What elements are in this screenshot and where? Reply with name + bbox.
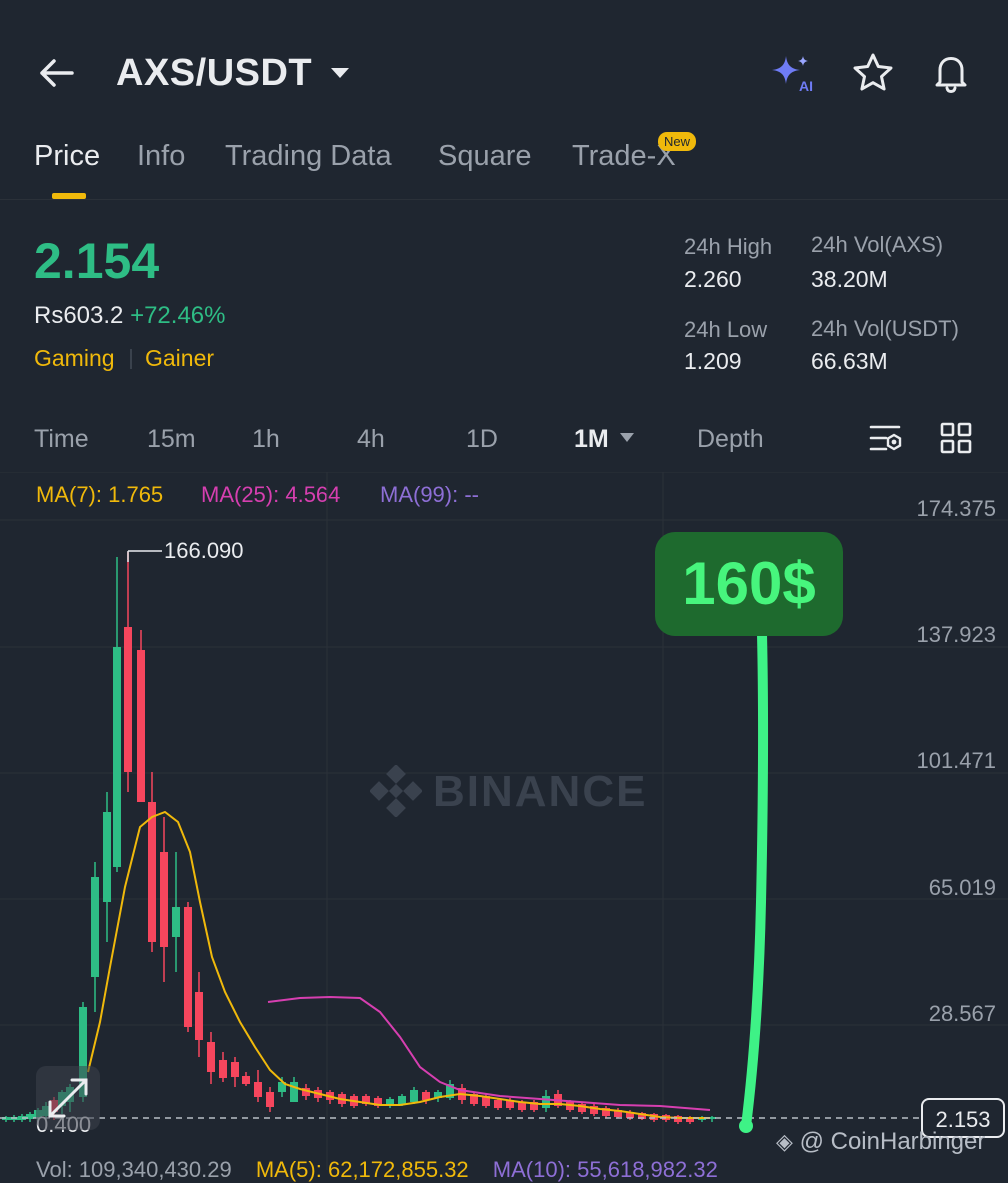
ma25-line bbox=[267, 995, 711, 1111]
bell-icon[interactable] bbox=[928, 50, 974, 96]
candle-series bbox=[2, 552, 716, 1124]
candle-body bbox=[242, 1076, 250, 1084]
candle-body bbox=[91, 877, 99, 977]
candle-body bbox=[195, 992, 203, 1040]
credit-watermark: ◈ @ CoinHarbinger bbox=[776, 1128, 985, 1156]
watermark: BINANCE bbox=[433, 767, 648, 816]
stat-24h-low-label: 24h Low bbox=[684, 317, 768, 342]
fullscreen-button[interactable] bbox=[36, 1066, 100, 1130]
chart-settings-icon[interactable] bbox=[868, 422, 904, 456]
stat-24h-vol-usdt-label: 24h Vol(USDT) bbox=[811, 316, 959, 341]
y-tick-label: 174.375 bbox=[916, 496, 996, 521]
tag-separator bbox=[130, 349, 132, 369]
tab-square[interactable]: Square bbox=[438, 140, 532, 173]
fiat-price-line: Rs603.2 +72.46% bbox=[34, 302, 225, 330]
candle-body bbox=[207, 1042, 215, 1072]
svg-text:AI: AI bbox=[799, 78, 813, 94]
interval-1h[interactable]: 1h bbox=[252, 425, 280, 454]
candle-body bbox=[148, 802, 156, 942]
interval-4h[interactable]: 4h bbox=[357, 425, 385, 454]
candle-body bbox=[137, 650, 145, 802]
candle-body bbox=[266, 1092, 274, 1107]
interval-depth[interactable]: Depth bbox=[697, 425, 764, 454]
stat-24h-low: 1.209 bbox=[684, 348, 742, 374]
stat-24h-vol-axs-label: 24h Vol(AXS) bbox=[811, 232, 944, 257]
interval-dropdown-icon[interactable] bbox=[619, 432, 635, 443]
header-divider bbox=[0, 199, 1008, 200]
tab-info[interactable]: Info bbox=[137, 140, 185, 173]
last-price: 2.154 bbox=[34, 233, 160, 289]
ma7-line bbox=[87, 810, 710, 1119]
candle-body bbox=[184, 907, 192, 1027]
interval-time[interactable]: Time bbox=[34, 425, 89, 454]
y-tick-label: 28.567 bbox=[928, 1001, 996, 1026]
tag-gainer[interactable]: Gainer bbox=[145, 345, 214, 372]
annotation-stroke bbox=[741, 629, 769, 1131]
candle-body bbox=[398, 1096, 406, 1104]
new-badge: New bbox=[658, 132, 697, 151]
volume-legend: Vol: 109,340,430.29 MA(5): 62,172,855.32… bbox=[36, 1157, 718, 1183]
candle-body bbox=[290, 1082, 298, 1102]
candle-body bbox=[231, 1062, 239, 1077]
candle-body bbox=[542, 1096, 550, 1108]
stat-24h-vol-axs: 38.20M bbox=[811, 266, 888, 292]
candle-body bbox=[219, 1060, 227, 1078]
candle-body bbox=[410, 1090, 418, 1102]
candlestick-chart[interactable] bbox=[0, 472, 1008, 1170]
grid-layout-icon[interactable] bbox=[940, 422, 972, 454]
diamond-logo-icon: ◈ bbox=[776, 1129, 793, 1154]
fiat-price: Rs603.2 bbox=[34, 302, 124, 329]
candle-body bbox=[494, 1100, 502, 1108]
tag-gaming[interactable]: Gaming bbox=[34, 345, 115, 372]
candle-body bbox=[124, 627, 132, 772]
interval-15m[interactable]: 15m bbox=[147, 425, 196, 454]
credit-text: @ CoinHarbinger bbox=[799, 1128, 986, 1155]
y-tick-label: 101.471 bbox=[916, 748, 996, 773]
y-tick-label: 137.923 bbox=[916, 622, 996, 647]
expand-icon bbox=[48, 1078, 88, 1118]
candle-body bbox=[160, 852, 168, 947]
peak-price-label: 166.090 bbox=[164, 538, 244, 563]
price-target-annotation: 160$ bbox=[655, 532, 843, 636]
candle-body bbox=[103, 812, 111, 902]
y-tick-label: 65.019 bbox=[928, 875, 996, 900]
candle-body bbox=[254, 1082, 262, 1097]
binance-logo-icon bbox=[370, 765, 422, 817]
interval-1m[interactable]: 1M bbox=[574, 425, 609, 454]
stat-24h-high-label: 24h High bbox=[684, 234, 773, 259]
interval-1d[interactable]: 1D bbox=[466, 425, 498, 454]
tab-trading-data[interactable]: Trading Data bbox=[225, 140, 392, 173]
tab-price[interactable]: Price bbox=[34, 140, 100, 173]
stat-24h-high: 2.260 bbox=[684, 266, 742, 292]
candle-body bbox=[172, 907, 180, 937]
star-icon[interactable] bbox=[850, 50, 896, 96]
chevron-down-icon[interactable] bbox=[330, 66, 350, 80]
stat-24h-vol-usdt: 66.63M bbox=[811, 348, 888, 374]
trading-pair-title[interactable]: AXS/USDT bbox=[116, 52, 312, 95]
back-arrow-icon[interactable] bbox=[36, 52, 78, 94]
ai-sparkle-icon[interactable]: AI bbox=[770, 50, 816, 96]
price-change-percent: +72.46% bbox=[130, 302, 226, 329]
candle-body bbox=[113, 647, 121, 867]
